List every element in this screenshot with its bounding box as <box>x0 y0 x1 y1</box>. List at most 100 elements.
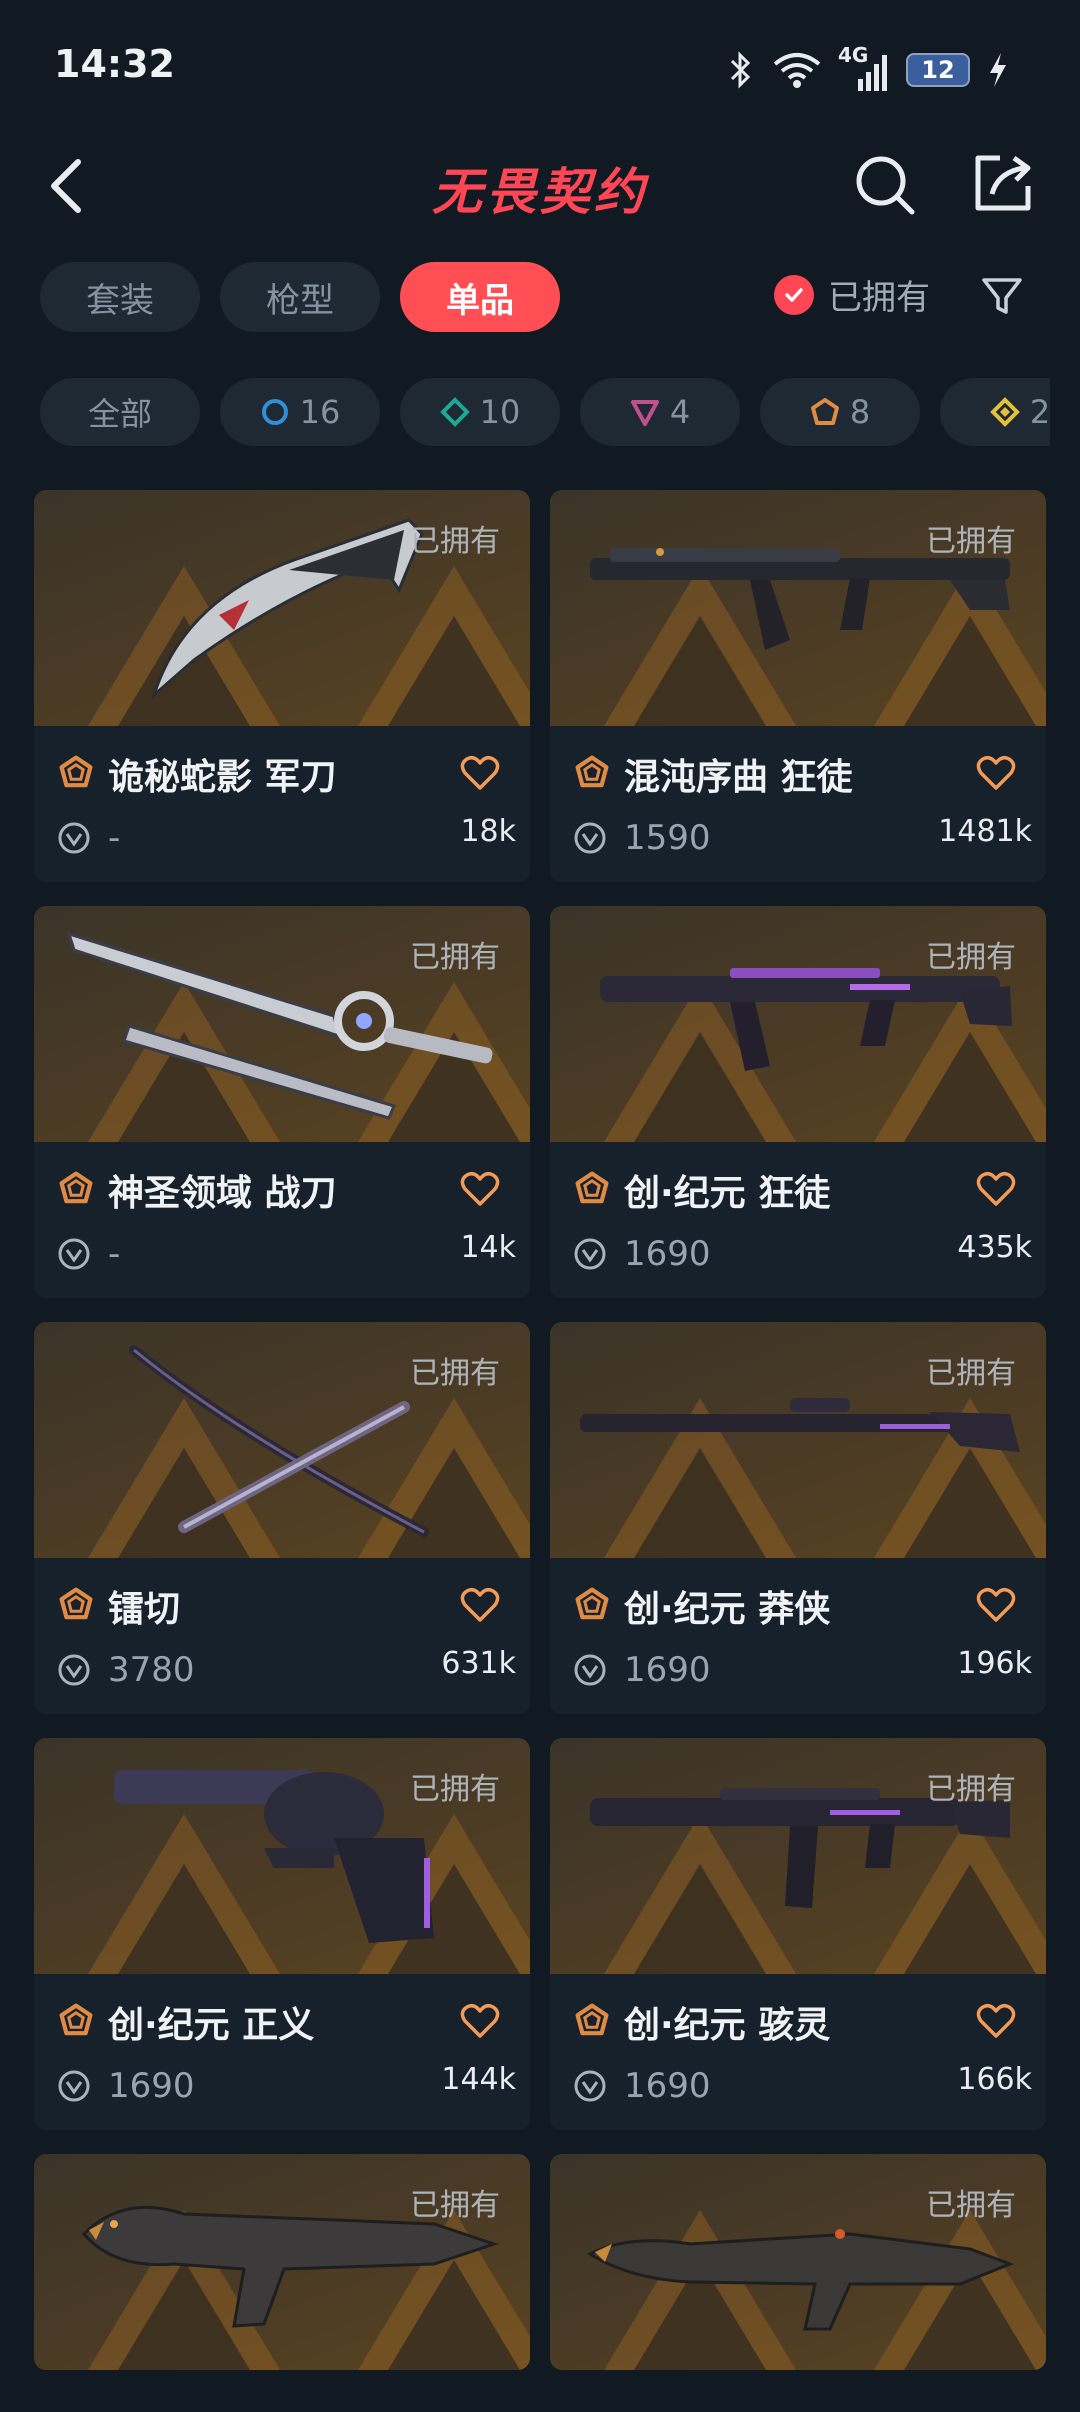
chip-count: 8 <box>849 393 871 431</box>
exclusive-tier-icon <box>59 1171 93 1204</box>
skin-image: 已拥有 <box>34 1322 530 1558</box>
status-icons: 4G 12 <box>726 43 1010 92</box>
network-indicator: 4G <box>838 43 890 91</box>
ultra-tier-icon <box>989 397 1020 427</box>
skin-price: 1690 <box>108 2066 195 2106</box>
skin-price: 1690 <box>624 1234 711 1274</box>
exclusive-tier-icon <box>575 1587 609 1620</box>
search-icon[interactable] <box>850 150 920 220</box>
chip-deluxe-tier[interactable]: 10 <box>400 378 560 446</box>
signal-icon <box>858 55 887 91</box>
heart-icon[interactable] <box>976 2002 1016 2040</box>
like-count: 435k <box>957 1230 1032 1265</box>
skin-image: 已拥有 <box>550 2154 1046 2370</box>
skin-card[interactable]: 已拥有 创·纪元 正义 1690 144k <box>34 1738 530 2130</box>
owned-badge: 已拥有 <box>410 1772 500 1807</box>
skin-card[interactable]: 已拥有 创·纪元 莽侠 1690 196k <box>550 1322 1046 1714</box>
skin-card[interactable]: 已拥有 创·纪元 骇灵 1690 166k <box>550 1738 1046 2130</box>
owned-badge: 已拥有 <box>926 940 1016 975</box>
heart-icon[interactable] <box>976 1586 1016 1624</box>
skin-image: 已拥有 <box>34 906 530 1142</box>
checkmark-icon <box>774 274 814 315</box>
share-icon[interactable] <box>970 150 1036 216</box>
skin-card[interactable]: 已拥有 混沌序曲 狂徒 1590 1481k <box>550 490 1046 882</box>
owned-badge: 已拥有 <box>410 1356 500 1391</box>
tab-weapon-types[interactable]: 枪型 <box>220 262 380 332</box>
battery-level: 12 <box>921 56 955 84</box>
wifi-icon <box>773 53 821 88</box>
premium-tier-icon <box>630 400 659 426</box>
exclusive-tier-icon <box>59 1587 93 1620</box>
valorant-points-icon <box>58 2070 90 2102</box>
like-count: 166k <box>957 2062 1032 2097</box>
app-header: 无畏契约 <box>0 130 1080 240</box>
owned-badge: 已拥有 <box>410 524 500 559</box>
chip-exclusive-tier[interactable]: 8 <box>760 378 920 446</box>
owned-badge: 已拥有 <box>410 940 500 975</box>
owned-badge: 已拥有 <box>926 2188 1016 2223</box>
skin-name: 创·纪元 狂徒 <box>624 1173 831 1214</box>
bluetooth-icon <box>730 51 751 89</box>
skin-card[interactable]: 已拥有 神圣领域 战刀 - 14k <box>34 906 530 1298</box>
skin-price: 1590 <box>624 818 711 858</box>
skin-image: 已拥有 <box>34 1738 530 1974</box>
like-count: 631k <box>441 1646 516 1681</box>
skin-name: 神圣领域 战刀 <box>108 1173 337 1214</box>
owned-filter-label: 已拥有 <box>828 278 930 318</box>
heart-icon[interactable] <box>460 1586 500 1624</box>
skin-name: 创·纪元 正义 <box>108 2005 315 2046</box>
skin-name: 混沌序曲 狂徒 <box>624 757 853 798</box>
like-count: 1481k <box>938 814 1032 849</box>
skin-name: 诡秘蛇影 军刀 <box>108 757 337 798</box>
heart-icon[interactable] <box>460 754 500 792</box>
heart-icon[interactable] <box>976 754 1016 792</box>
chip-premium-tier[interactable]: 4 <box>580 378 740 446</box>
chip-label: 全部 <box>87 395 152 433</box>
status-time: 14:32 <box>54 42 175 86</box>
valorant-points-icon <box>58 1654 90 1686</box>
tab-bundles[interactable]: 套装 <box>40 262 200 332</box>
chip-ultra-tier[interactable]: 2 <box>940 378 1050 446</box>
like-count: 14k <box>460 1230 516 1265</box>
skin-price: 1690 <box>624 2066 711 2106</box>
valorant-points-icon <box>574 822 606 854</box>
heart-icon[interactable] <box>460 2002 500 2040</box>
owned-badge: 已拥有 <box>926 524 1016 559</box>
rarity-chips: 全部 16 10 4 8 2 <box>40 378 1050 448</box>
chip-select-tier[interactable]: 16 <box>220 378 380 446</box>
tab-items[interactable]: 单品 <box>400 262 560 332</box>
exclusive-tier-icon <box>575 1171 609 1204</box>
skin-name: 创·纪元 莽侠 <box>624 1589 831 1630</box>
exclusive-tier-icon <box>810 398 839 425</box>
category-tabs: 套装 枪型 单品 <box>40 262 560 332</box>
skin-image: 已拥有 <box>550 1322 1046 1558</box>
chip-count: 2 <box>1029 393 1050 431</box>
skin-card[interactable]: 已拥有 <box>34 2154 530 2370</box>
heart-icon[interactable] <box>460 1170 500 1208</box>
charging-icon <box>990 53 1006 87</box>
valorant-points-icon <box>574 1238 606 1270</box>
heart-icon[interactable] <box>976 1170 1016 1208</box>
exclusive-tier-icon <box>575 2003 609 2036</box>
skin-price: 1690 <box>624 1650 711 1690</box>
skin-grid: 已拥有 诡秘蛇影 军刀 - 18k 已拥有 混沌序曲 狂徒 1590 1481k… <box>34 490 1046 2370</box>
skin-name: 镭切 <box>108 1589 181 1630</box>
exclusive-tier-icon <box>59 755 93 788</box>
skin-card[interactable]: 已拥有 <box>550 2154 1046 2370</box>
skin-price: - <box>108 1234 121 1274</box>
exclusive-tier-icon <box>575 755 609 788</box>
battery-icon: 12 <box>906 53 970 87</box>
status-bar: 14:32 4G 12 <box>0 0 1080 130</box>
skin-card[interactable]: 已拥有 创·纪元 狂徒 1690 435k <box>550 906 1046 1298</box>
skin-image: 已拥有 <box>34 2154 530 2370</box>
skin-price: - <box>108 818 121 858</box>
valorant-points-icon <box>58 822 90 854</box>
skin-image: 已拥有 <box>550 906 1046 1142</box>
valorant-points-icon <box>574 2070 606 2102</box>
chip-all[interactable]: 全部 <box>40 378 200 446</box>
owned-filter-toggle[interactable]: 已拥有 <box>774 270 930 319</box>
filter-icon[interactable] <box>980 274 1024 318</box>
skin-card[interactable]: 已拥有 镭切 3780 631k <box>34 1322 530 1714</box>
skin-card[interactable]: 已拥有 诡秘蛇影 军刀 - 18k <box>34 490 530 882</box>
owned-badge: 已拥有 <box>926 1356 1016 1391</box>
